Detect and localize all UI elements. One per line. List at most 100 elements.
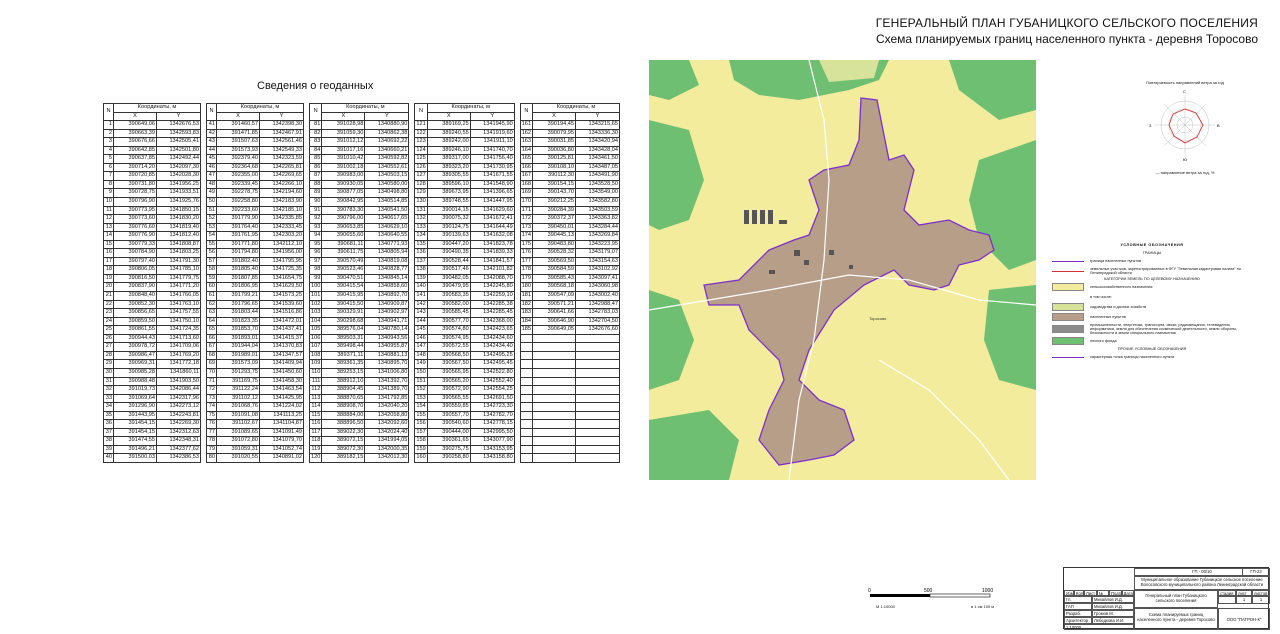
table-row: 10 390796,90 1341925,76 50 392258,80 1342183,… (103, 197, 621, 207)
coordinate-x: 389361,35 (321, 359, 366, 369)
page-subtitle: Схема планируемых границ населенного пун… (875, 32, 1258, 46)
coordinate-x: 390483,80 (532, 239, 577, 250)
coordinate-x: 390773,60 (113, 214, 157, 224)
coordinate-x: 389673,95 (426, 188, 471, 198)
coordinate-y (575, 444, 621, 455)
coordinate-x: 391807,85 (216, 273, 260, 284)
coordinate-y: 1341654,75 (259, 273, 304, 284)
coordinate-x: 391802,40 (216, 256, 260, 267)
table-row: 25 390861,55 1341724,35 65 391853,70 1341437,… (103, 325, 621, 335)
coordinate-y: 1341725,35 (259, 265, 304, 275)
coordinate-y: 1341933,51 (156, 188, 201, 198)
point-number: 174 (519, 231, 534, 241)
table-row: 19 390816,50 1341779,75 59 391807,85 1341654,… (103, 273, 621, 284)
coordinate-x: 390582,00 (426, 299, 471, 310)
point-number: 11 (103, 205, 114, 216)
table-row: 15 390779,33 1341808,87 55 391771,80 1342112,… (103, 239, 621, 250)
point-number: 36 (103, 419, 114, 429)
coordinate-x: 391122,24 (216, 385, 260, 395)
table-row: 4 390642,85 1342501,80 44 391573,93 1342549,3… (103, 145, 621, 156)
coordinate-y: 1342783,03 (575, 308, 621, 318)
coordinate-y: 1341819,40 (156, 222, 201, 233)
legend-item: земельных участков, зарегистрированных в… (1052, 267, 1252, 275)
point-number: 166 (519, 162, 534, 173)
coordinate-y: 1342368,00 (469, 316, 515, 327)
legend-item: промышленности, энергетики, транспорта, … (1052, 323, 1252, 335)
coordinate-y: 1343528,50 (575, 179, 621, 190)
coordinate-x: 389576,04 (321, 325, 366, 335)
coordinate-x: 390983,00 (321, 171, 366, 181)
coordinate-x (532, 419, 577, 429)
table-row: 26 390944,43 1341713,60 66 391893,01 1341415,… (103, 333, 621, 344)
stamp-company: ООО "ПАТРОН-К" (1218, 608, 1270, 630)
point-number: 53 (206, 222, 217, 233)
coordinate-x: 390079,95 (532, 128, 577, 139)
coordinate-x (532, 350, 577, 361)
column-header-coords: Координаты, м (426, 103, 515, 113)
table-row: 8 390731,80 1341956,25 48 392339,45 1342266,1… (103, 179, 621, 190)
point-number: 77 (206, 427, 217, 438)
point-number: 117 (308, 427, 323, 438)
coordinate-x (532, 402, 577, 412)
point-number (519, 453, 534, 463)
point-number: 127 (414, 171, 428, 181)
coordinate-y: 1343158,80 (469, 453, 515, 463)
legend-item: лесного фонда (1052, 337, 1252, 345)
table-row: 1 390649,06 1342676,53 41 391460,57 1342398,3… (103, 120, 621, 130)
table-row: 2 390663,39 1342593,83 42 391471,85 1342467,9… (103, 128, 621, 139)
point-number: 63 (206, 308, 217, 318)
point-number: 46 (206, 162, 217, 173)
point-number: 103 (308, 308, 323, 318)
table-row: 13 390776,60 1341819,40 53 391764,40 1342333,… (103, 222, 621, 233)
coordinate-y: 1342704,50 (575, 316, 621, 327)
map-panel[interactable]: Торосово (649, 60, 1036, 480)
coordinate-x: 388908,70 (321, 402, 366, 412)
point-number: 98 (308, 265, 323, 275)
coordinate-x: 391853,70 (216, 325, 260, 335)
coordinate-x: 390783,30 (321, 205, 366, 216)
coordinate-x (532, 453, 577, 463)
point-number: 81 (308, 120, 323, 130)
coordinate-x: 391059,31 (216, 444, 260, 455)
table-row: 29 390969,31 1341772,18 69 391573,09 1341409,… (103, 359, 621, 369)
point-number: 61 (206, 291, 217, 301)
point-number: 180 (519, 282, 534, 293)
coordinate-y: 1342988,47 (575, 299, 621, 310)
point-number: 9 (103, 188, 114, 198)
coordinate-y: 1341370,83 (259, 342, 304, 352)
legend-item: сельскохозяйственного назначения (1052, 283, 1252, 291)
coordinate-x: 389182,15 (321, 453, 366, 463)
table-row: 37 391454,15 1342312,63 77 391089,65 1341091,… (103, 427, 621, 438)
coordinate-x: 390856,65 (113, 308, 157, 318)
coordinate-x: 390154,15 (532, 179, 577, 190)
coordinate-y: 1340892,70 (364, 291, 410, 301)
coordinate-y: 1342377,62 (156, 444, 201, 455)
coordinate-y: 1341389,70 (364, 385, 410, 395)
coordinate-x: 390861,55 (113, 325, 157, 335)
legend-point-swatch (1052, 356, 1084, 358)
coordinate-y: 1341629,50 (259, 282, 304, 293)
table-row: 6 390714,20 1342097,30 46 392364,68 1342265,8… (103, 162, 621, 173)
coordinate-y: 1342266,10 (259, 179, 304, 190)
coordinate-y: 1341113,25 (259, 410, 304, 421)
coordinate-y: 1343002,40 (575, 291, 621, 301)
point-number: 131 (414, 205, 428, 216)
point-number: 35 (103, 410, 114, 421)
map-town-label: Торосово (869, 316, 887, 321)
point-number: 115 (308, 410, 323, 421)
coordinate-y: 1342285,38 (469, 299, 515, 310)
coordinate-y: 1342112,10 (259, 239, 304, 250)
table-row: 31 390988,48 1341903,50 71 391169,75 1341458,… (103, 376, 621, 387)
coordinate-x: 389748,55 (426, 197, 471, 207)
coordinate-x: 391069,64 (113, 393, 157, 404)
point-number: 6 (103, 162, 114, 173)
coordinate-x: 390779,33 (113, 239, 157, 250)
coordinate-y (575, 453, 621, 463)
wind-s-label: Ю (1183, 157, 1187, 162)
coordinate-x: 392258,80 (216, 197, 260, 207)
coordinate-y: 1341463,54 (259, 385, 304, 395)
point-number: 18 (103, 265, 114, 275)
coordinate-x: 388912,10 (321, 376, 366, 387)
coordinate-y: 1341850,15 (156, 205, 201, 216)
table-row: 34 391296,90 1342273,12 74 391068,76 1341224,… (103, 402, 621, 412)
